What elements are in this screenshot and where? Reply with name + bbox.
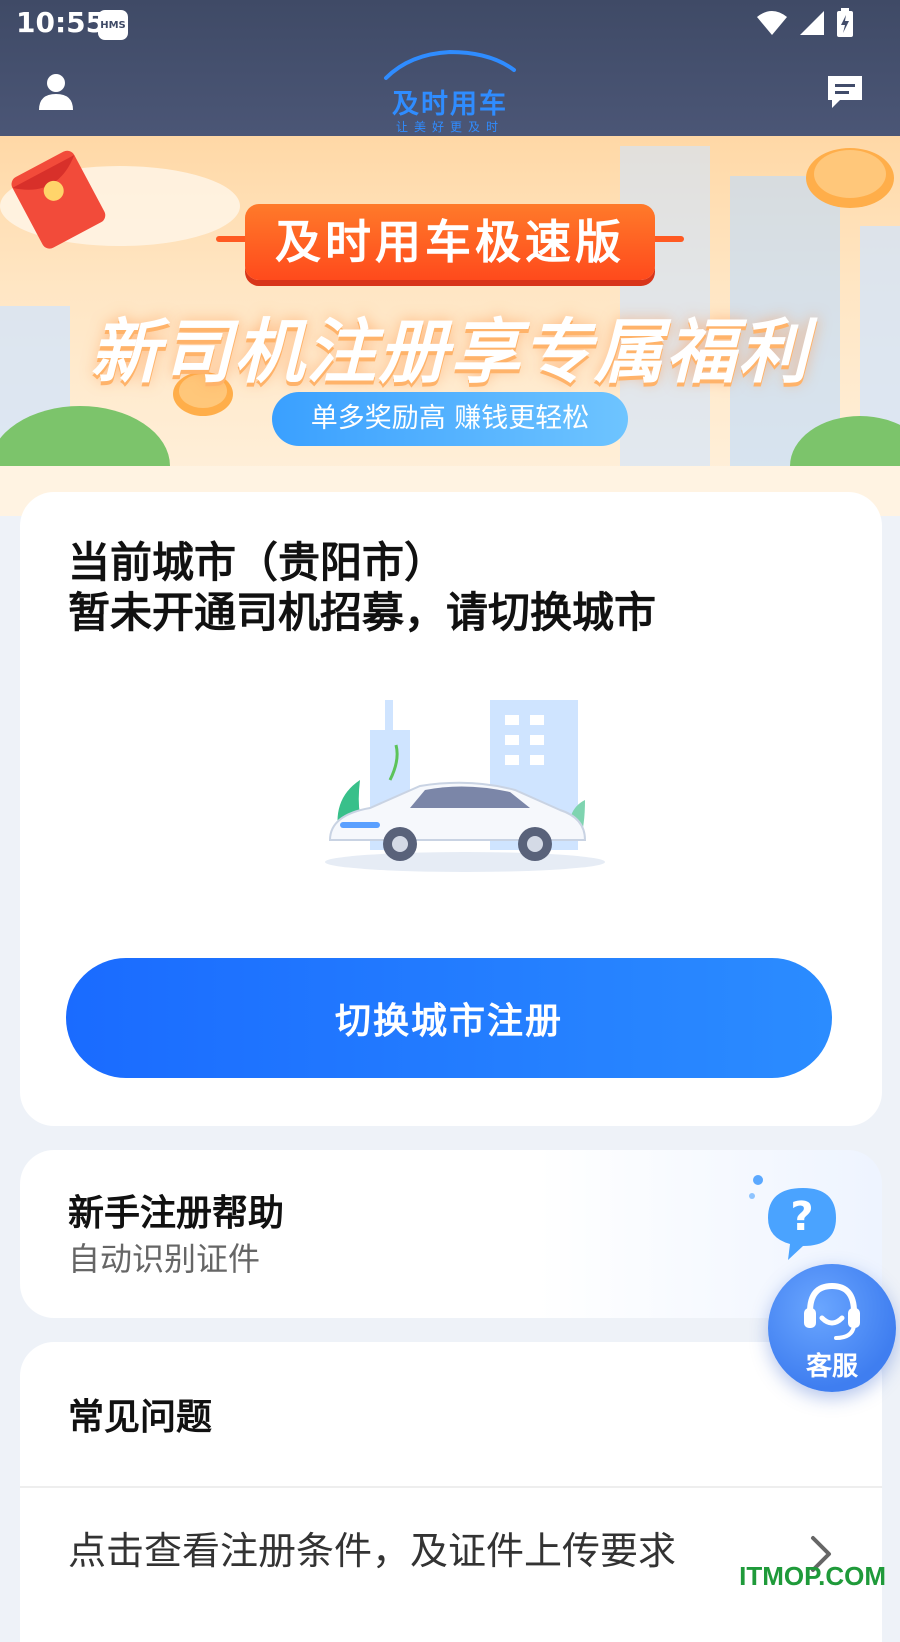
- car-illustration: [325, 700, 605, 872]
- wifi-icon: [757, 11, 787, 35]
- question-bubble-icon: ?: [749, 1175, 836, 1260]
- gold-coin-icon: [806, 148, 894, 208]
- customer-service-label: 客服: [805, 1352, 858, 1382]
- app-header: 10:55 HMS 及时用车 让美好更及时: [0, 0, 900, 136]
- status-icons: [756, 8, 854, 38]
- city-notice-card: 当前城市（贵阳市） 暂未开通司机招募，请切换城市 切换城市注册: [20, 492, 882, 1126]
- svg-text:?: ?: [790, 1194, 813, 1240]
- help-subtitle: 自动识别证件: [68, 1240, 261, 1278]
- promo-banner[interactable]: 及时用车极速版 新司机注册享专属福利 单多奖励高 赚钱更轻松: [0, 136, 900, 516]
- red-envelope-icon: [11, 150, 106, 249]
- switch-city-register-button[interactable]: 切换城市注册: [66, 958, 832, 1078]
- banner-headline: 新司机注册享专属福利: [90, 311, 810, 393]
- battery-charging-icon: [837, 8, 853, 37]
- city-notice-text: 当前城市（贵阳市） 暂未开通司机招募，请切换城市: [68, 538, 656, 638]
- registration-help-card[interactable]: 新手注册帮助 自动识别证件 ?: [20, 1150, 882, 1318]
- banner-pill: 单多奖励高 赚钱更轻松: [272, 392, 628, 446]
- signal-icon: [800, 11, 824, 35]
- faq-item-register-conditions[interactable]: 点击查看注册条件，及证件上传要求: [68, 1520, 676, 1575]
- logo-slogan: 让美好更及时: [395, 120, 504, 134]
- faq-card: 常见问题 点击查看注册条件，及证件上传要求: [20, 1342, 882, 1642]
- customer-service-button[interactable]: 客服: [768, 1264, 896, 1392]
- message-icon[interactable]: [826, 74, 864, 110]
- app-logo: 及时用车 让美好更及时: [380, 48, 520, 134]
- car-swoosh-icon: [384, 49, 516, 80]
- headset-icon: [804, 1282, 860, 1340]
- banner-ribbon: 及时用车极速版: [245, 204, 655, 280]
- faq-divider: [20, 1486, 882, 1488]
- city-notice-line2: 暂未开通司机招募，请切换城市: [68, 588, 657, 637]
- watermark: ITMOP.COM: [739, 1561, 886, 1591]
- user-icon[interactable]: [36, 72, 76, 112]
- hms-badge: HMS: [98, 10, 128, 40]
- help-title: 新手注册帮助: [68, 1193, 285, 1234]
- faq-title: 常见问题: [68, 1397, 213, 1438]
- logo-name: 及时用车: [392, 89, 508, 120]
- city-notice-line1: 当前城市（贵阳市）: [68, 538, 447, 587]
- status-time: 10:55: [16, 6, 106, 39]
